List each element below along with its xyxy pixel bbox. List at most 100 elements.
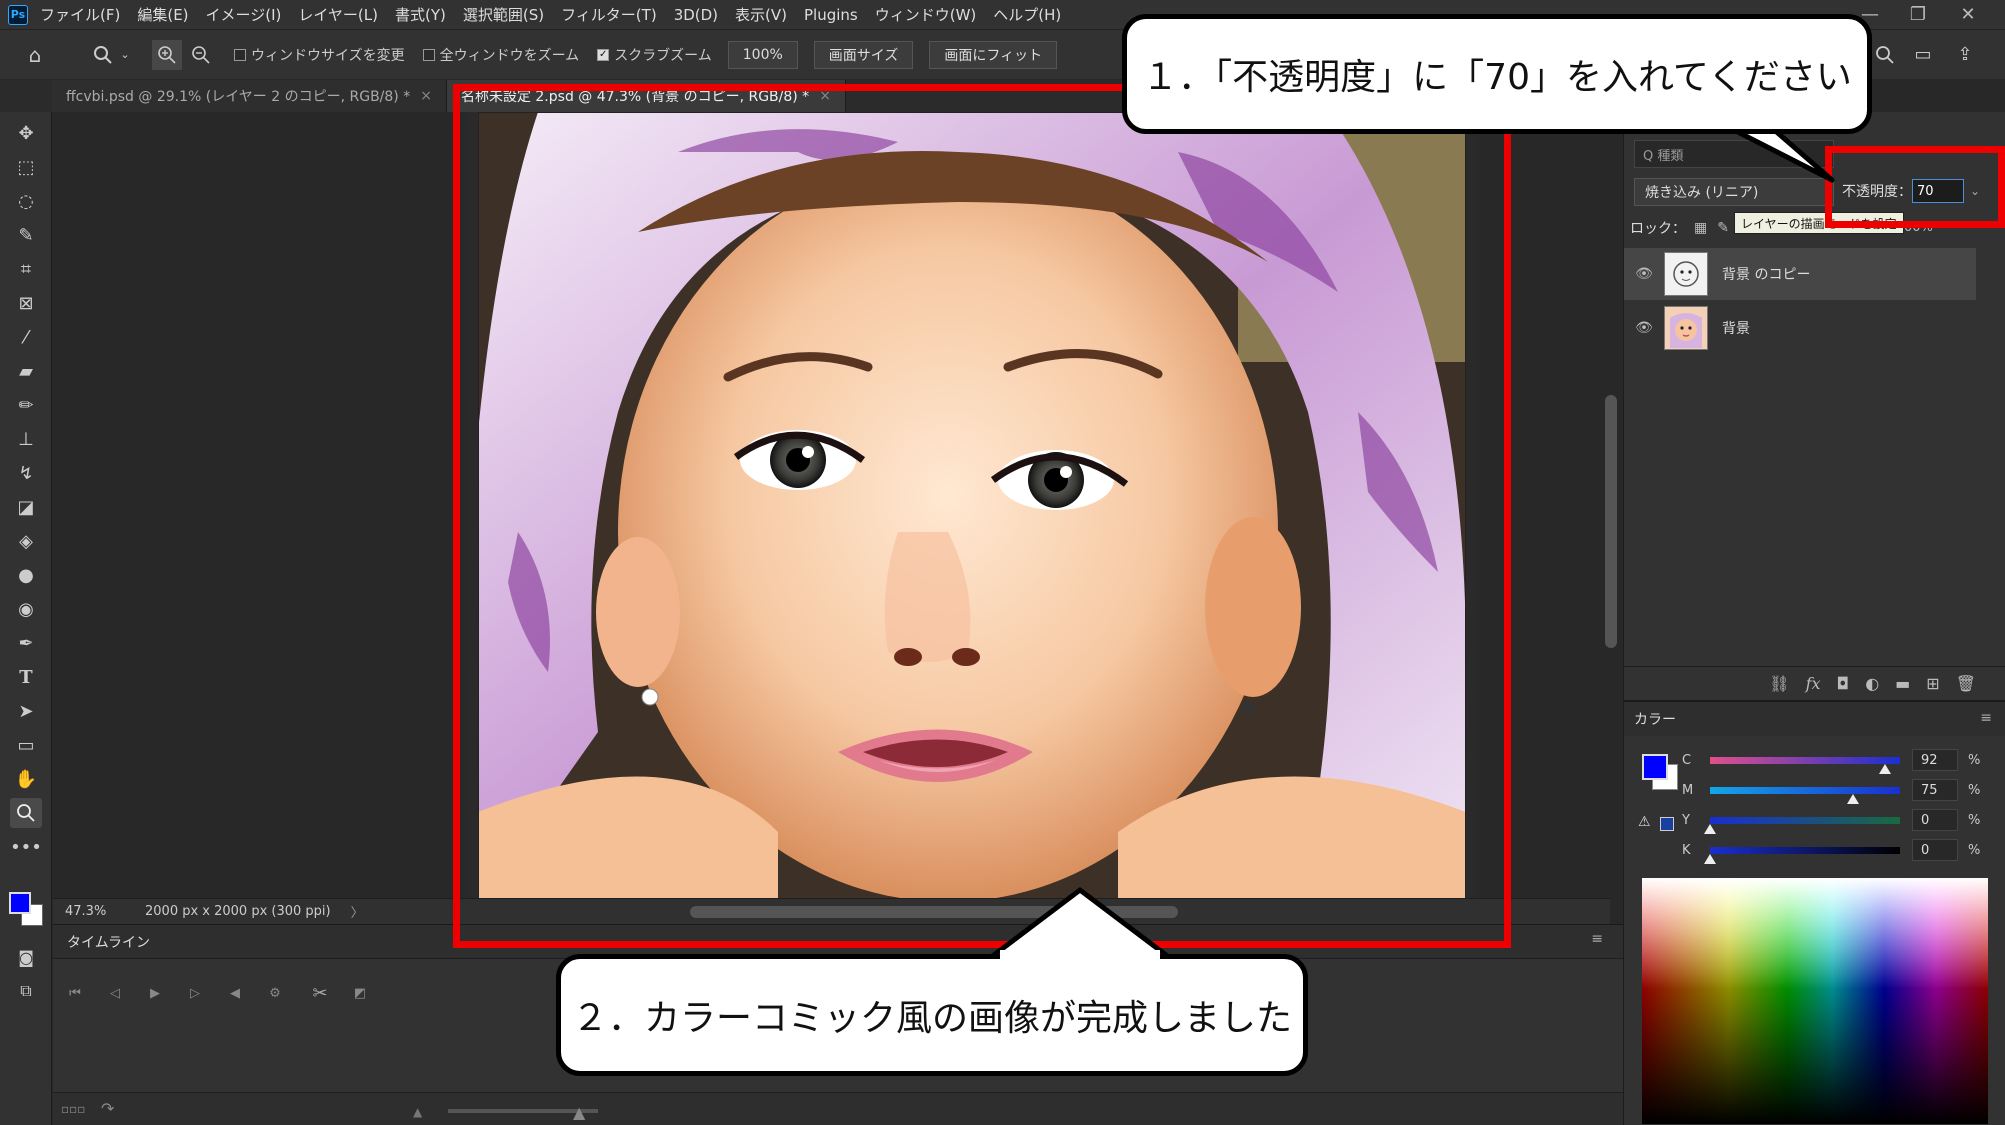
- visibility-eye-icon[interactable]: 👁: [1624, 320, 1664, 336]
- menu-window[interactable]: ウィンドウ(W): [875, 4, 977, 25]
- menu-help[interactable]: ヘルプ(H): [993, 4, 1061, 25]
- fill-screen-button[interactable]: 画面にフィット: [929, 40, 1058, 69]
- rectangle-tool-icon[interactable]: ▭: [10, 730, 42, 760]
- foreground-color-swatch[interactable]: [1642, 754, 1668, 780]
- marquee-tool-icon[interactable]: ⬚: [10, 152, 42, 182]
- screen-mode-icon[interactable]: ⧉: [10, 976, 42, 1006]
- new-layer-icon[interactable]: ⊞: [1926, 674, 1939, 693]
- hand-tool-icon[interactable]: ✋: [10, 764, 42, 794]
- fg-bg-color-picker[interactable]: [1642, 754, 1682, 794]
- m-slider-track[interactable]: [1710, 786, 1900, 804]
- prev-frame-icon[interactable]: ◁: [103, 981, 127, 1005]
- path-select-icon[interactable]: ➤: [10, 696, 42, 726]
- lock-brush-icon[interactable]: ✎: [1717, 220, 1729, 236]
- zoom-out-icon[interactable]: [186, 40, 216, 70]
- scrubby-zoom-checkbox[interactable]: ✓ スクラブズーム: [597, 45, 712, 65]
- k-value[interactable]: 0: [1912, 839, 1958, 861]
- transition-icon[interactable]: ◩: [348, 981, 372, 1005]
- lock-pixels-icon[interactable]: ▦: [1694, 220, 1707, 236]
- slider-thumb[interactable]: [1878, 763, 1891, 774]
- menu-view[interactable]: 表示(V): [735, 4, 787, 25]
- restore-icon[interactable]: ❐: [1900, 0, 1936, 28]
- frames-icon[interactable]: ▫▫▫: [61, 1102, 85, 1116]
- history-brush-icon[interactable]: ↯: [10, 458, 42, 488]
- fx-icon[interactable]: fx: [1806, 674, 1821, 693]
- zoom-all-checkbox[interactable]: 全ウィンドウをズーム: [422, 45, 579, 65]
- resize-windows-checkbox[interactable]: ウィンドウサイズを変更: [234, 45, 405, 65]
- frame-tool-icon[interactable]: ⊠: [10, 288, 42, 318]
- c-value[interactable]: 92: [1912, 749, 1958, 771]
- fit-screen-button[interactable]: 画面サイズ: [813, 40, 914, 69]
- link-layers-icon[interactable]: ⛓: [1769, 674, 1789, 693]
- move-tool-icon[interactable]: ✥: [10, 118, 42, 148]
- tab-close-icon[interactable]: ×: [420, 88, 432, 104]
- zoom-tool-icon[interactable]: [88, 40, 118, 70]
- close-icon[interactable]: ✕: [1950, 0, 1986, 28]
- first-frame-icon[interactable]: ⏮: [63, 981, 87, 1005]
- zoom-out-small-icon[interactable]: ▲: [413, 1105, 422, 1119]
- panel-menu-icon[interactable]: ≡: [1980, 710, 1992, 726]
- color-swatches[interactable]: [7, 890, 45, 926]
- menu-plugins[interactable]: Plugins: [804, 6, 858, 24]
- pen-tool-icon[interactable]: ✒: [10, 628, 42, 658]
- menu-image[interactable]: イメージ(I): [206, 4, 282, 25]
- zoom-value-field[interactable]: 100%: [727, 40, 798, 69]
- gamut-warning-icon[interactable]: ⚠: [1638, 814, 1651, 830]
- clone-stamp-icon[interactable]: ⊥: [10, 424, 42, 454]
- menu-filter[interactable]: フィルター(T): [561, 4, 657, 25]
- layer-row-background[interactable]: 👁 背景: [1624, 302, 1976, 354]
- play-icon[interactable]: ▶: [143, 981, 167, 1005]
- settings-gear-icon[interactable]: ⚙: [263, 981, 287, 1005]
- home-icon[interactable]: ⌂: [20, 40, 50, 70]
- adjustment-layer-icon[interactable]: ◐: [1865, 674, 1879, 693]
- slider-thumb[interactable]: [1704, 853, 1716, 864]
- menu-3d[interactable]: 3D(D): [674, 6, 718, 24]
- m-value[interactable]: 75: [1912, 779, 1958, 801]
- audio-icon[interactable]: ◀: [223, 981, 247, 1005]
- blur-tool-icon[interactable]: ●: [10, 560, 42, 590]
- zoom-in-icon[interactable]: [152, 39, 182, 70]
- tab-ffcvbi[interactable]: ffcvbi.psd @ 29.1% (レイヤー 2 のコピー, RGB/8) …: [52, 80, 447, 112]
- foreground-color-swatch[interactable]: [9, 892, 31, 914]
- menu-edit[interactable]: 編集(E): [137, 4, 188, 25]
- menu-file[interactable]: ファイル(F): [40, 4, 120, 25]
- menu-type[interactable]: 書式(Y): [395, 4, 446, 25]
- more-tools-icon[interactable]: •••: [10, 832, 42, 862]
- c-slider-track[interactable]: [1710, 756, 1900, 774]
- paint-bucket-icon[interactable]: ◈: [10, 526, 42, 556]
- menu-layer[interactable]: レイヤー(L): [298, 4, 378, 25]
- workspace-icon[interactable]: ▭: [1908, 40, 1938, 70]
- chevron-down-icon[interactable]: ⌄: [118, 40, 132, 70]
- scissors-icon[interactable]: ✂: [308, 981, 332, 1005]
- color-panel-title[interactable]: カラー: [1624, 702, 2005, 736]
- lasso-tool-icon[interactable]: ◌: [10, 186, 42, 216]
- convert-icon[interactable]: ↷: [101, 1099, 114, 1118]
- eyedropper-tool-icon[interactable]: ⁄: [10, 322, 42, 352]
- y-slider-track[interactable]: [1704, 816, 1900, 834]
- crop-tool-icon[interactable]: ⌗: [10, 254, 42, 284]
- canvas-vertical-scrollbar[interactable]: [1605, 395, 1617, 648]
- gamut-swatch[interactable]: [1660, 817, 1674, 831]
- healing-brush-icon[interactable]: ▰: [10, 356, 42, 386]
- layer-row-background-copy[interactable]: 👁 背景 のコピー: [1624, 248, 1976, 300]
- status-arrow-icon[interactable]: 〉: [351, 902, 364, 921]
- zoom-in-large-icon[interactable]: ▲: [573, 1103, 585, 1122]
- zoom-tool-icon[interactable]: [10, 798, 42, 828]
- slider-thumb[interactable]: [1704, 823, 1716, 834]
- share-icon[interactable]: ⇪: [1950, 40, 1980, 70]
- next-frame-icon[interactable]: ▷: [183, 981, 207, 1005]
- dodge-tool-icon[interactable]: ◉: [10, 594, 42, 624]
- type-tool-icon[interactable]: T: [10, 662, 42, 692]
- eraser-tool-icon[interactable]: ◪: [10, 492, 42, 522]
- slider-thumb[interactable]: [1846, 793, 1859, 804]
- panel-menu-icon[interactable]: ≡: [1591, 931, 1603, 947]
- brush-tool-icon[interactable]: ✏: [10, 390, 42, 420]
- timeline-title[interactable]: タイムライン: [67, 932, 150, 952]
- search-icon[interactable]: [1870, 40, 1900, 70]
- quick-mask-icon[interactable]: ◙: [10, 942, 42, 972]
- menu-select[interactable]: 選択範囲(S): [463, 4, 544, 25]
- color-spectrum[interactable]: [1642, 878, 1988, 1124]
- new-group-icon[interactable]: ▬: [1895, 674, 1910, 693]
- visibility-eye-icon[interactable]: 👁: [1624, 266, 1664, 282]
- status-zoom[interactable]: 47.3%: [65, 904, 125, 919]
